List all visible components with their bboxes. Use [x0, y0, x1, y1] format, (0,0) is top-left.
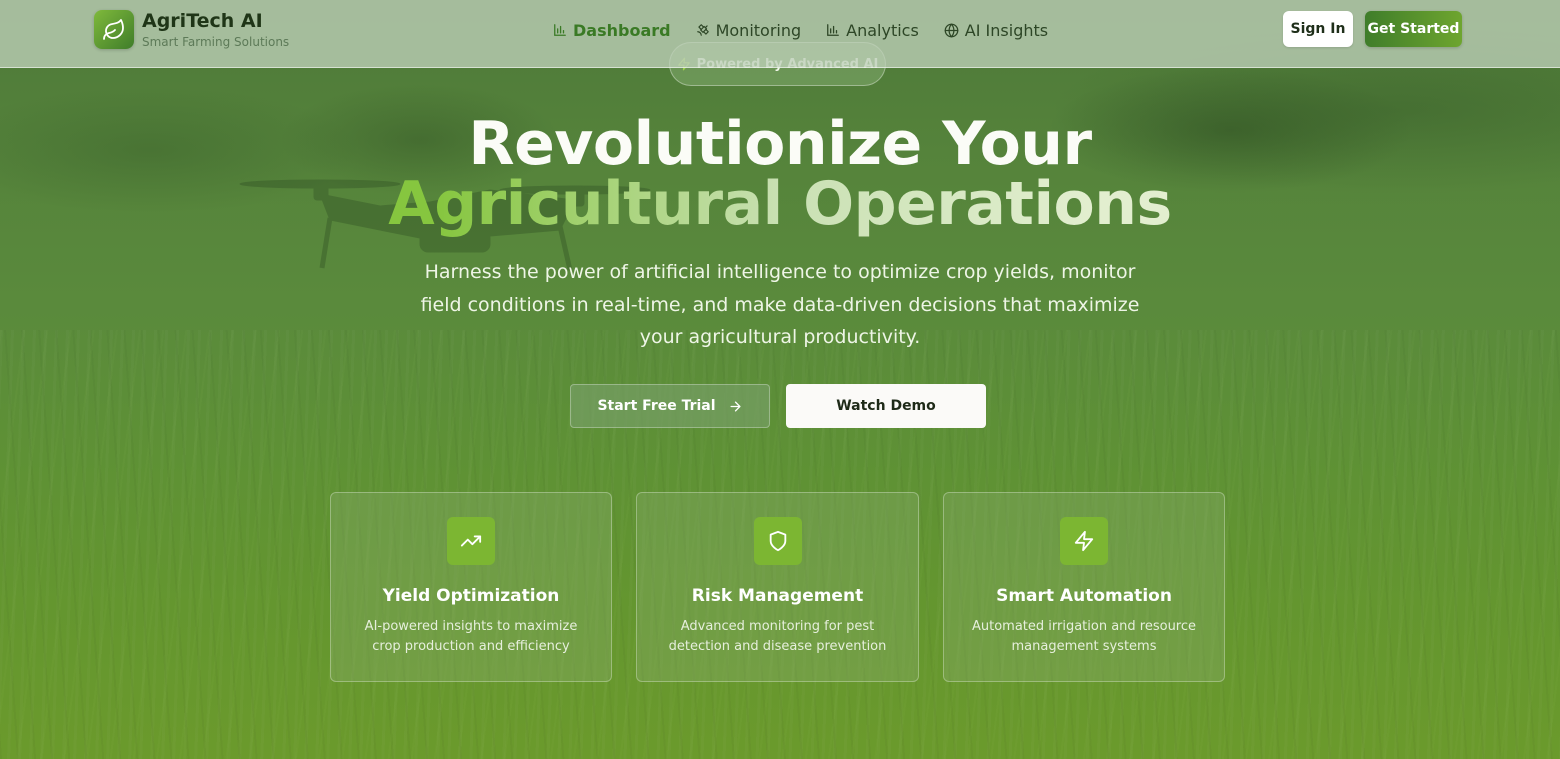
globe-icon — [944, 23, 959, 38]
nav-label: Monitoring — [715, 20, 802, 40]
satellite-icon — [696, 23, 710, 37]
arrow-right-icon — [728, 399, 743, 414]
leaf-icon — [94, 10, 134, 49]
nav-item-dashboard[interactable]: Dashboard — [553, 20, 671, 40]
feature-description: Automated irrigation and resource manage… — [971, 619, 1197, 654]
brand-tagline: Smart Farming Solutions — [142, 35, 290, 49]
bar-chart-icon — [826, 23, 840, 37]
watch-demo-button[interactable]: Watch Demo — [786, 384, 986, 428]
watch-demo-label: Watch Demo — [836, 398, 936, 414]
feature-title: Yield Optimization — [382, 586, 560, 606]
bar-chart-icon — [553, 23, 567, 37]
brand-name: AgriTech AI — [142, 10, 263, 32]
hero-title-line2: Agricultural Operations — [0, 168, 1560, 240]
top-navbar: AgriTech AI Smart Farming Solutions Dash… — [0, 0, 1560, 68]
nav-item-monitoring[interactable]: Monitoring — [696, 20, 802, 40]
nav-item-ai-insights[interactable]: AI Insights — [944, 20, 1048, 40]
sign-in-button[interactable]: Sign In — [1283, 11, 1353, 47]
brand[interactable]: AgriTech AI Smart Farming Solutions — [94, 10, 289, 49]
nav-label: Analytics — [846, 20, 919, 40]
nav-label: Dashboard — [573, 20, 671, 40]
hero-subtitle: Harness the power of artificial intellig… — [420, 261, 1140, 348]
feature-title: Risk Management — [691, 586, 864, 606]
feature-title: Smart Automation — [996, 586, 1172, 606]
shield-icon — [753, 517, 802, 565]
start-free-trial-button[interactable]: Start Free Trial — [570, 384, 770, 428]
trending-up-icon — [447, 517, 495, 565]
nav-label: AI Insights — [964, 20, 1049, 40]
lightning-icon — [1060, 517, 1108, 565]
feature-description: AI-powered insights to maximize crop pro… — [364, 619, 578, 654]
start-free-trial-label: Start Free Trial — [597, 398, 716, 414]
feature-card-automation: Smart Automation Automated irrigation an… — [943, 492, 1225, 682]
get-started-button[interactable]: Get Started — [1365, 11, 1462, 47]
feature-card-yield: Yield Optimization AI-powered insights t… — [330, 492, 612, 682]
main-nav: Dashboard Monitoring Analytics AI Insigh… — [553, 20, 1073, 40]
feature-card-risk: Risk Management Advanced monitoring for … — [636, 492, 919, 682]
nav-item-analytics[interactable]: Analytics — [826, 20, 919, 40]
feature-description: Advanced monitoring for pest detection a… — [668, 619, 887, 654]
